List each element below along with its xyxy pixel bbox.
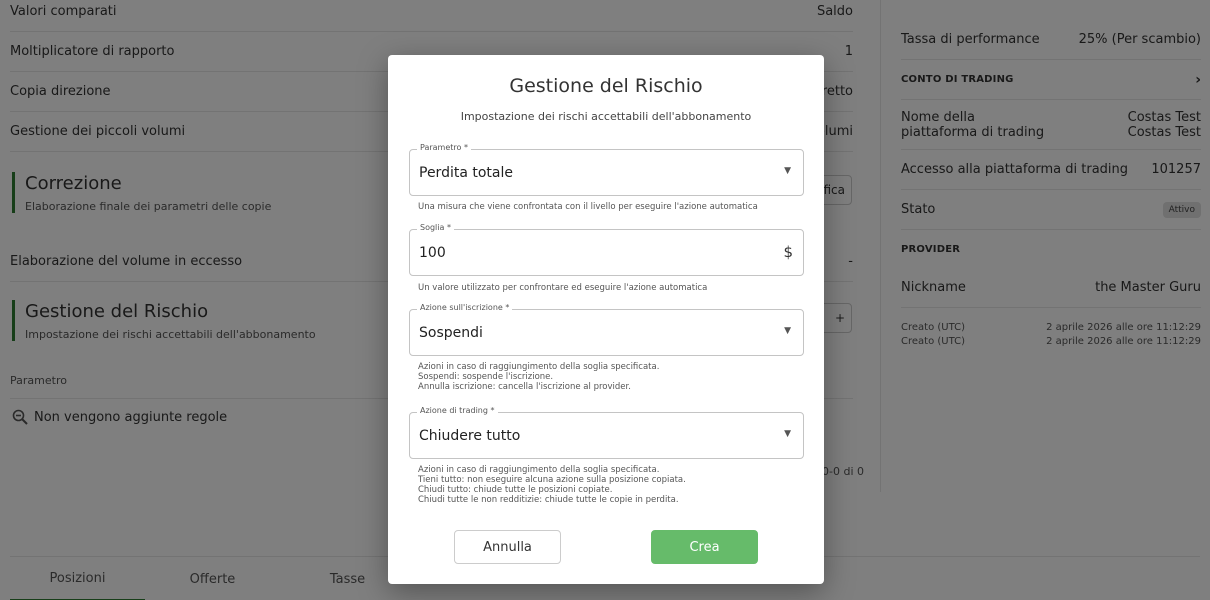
field-label: Parametro * (417, 143, 471, 152)
caret-down-icon: ▼ (784, 326, 791, 336)
field-label: Soglia * (417, 223, 454, 232)
field-value: Sospendi (419, 325, 483, 341)
subscription-action-select[interactable]: Azione sull'iscrizione * Sospendi ▼ (409, 303, 804, 356)
help-line: Azioni in caso di raggiungimento della s… (418, 465, 660, 475)
trading-action-select[interactable]: Azione di trading * Chiudere tutto ▼ (409, 406, 804, 459)
help-line: Azioni in caso di raggiungimento della s… (418, 362, 660, 372)
field-label: Azione sull'iscrizione * (417, 303, 513, 312)
cancel-button[interactable]: Annulla (454, 530, 561, 564)
field-value: Perdita totale (419, 165, 513, 181)
field-value: 100 (419, 245, 446, 261)
help-line: Annulla iscrizione: cancella l'iscrizion… (418, 382, 631, 392)
dialog-title: Gestione del Rischio (509, 75, 703, 97)
help-line: Sospendi: sospende l'iscrizione. (418, 372, 554, 382)
threshold-help: Un valore utilizzato per confrontare ed … (418, 283, 708, 293)
create-button[interactable]: Crea (651, 530, 758, 564)
threshold-input[interactable]: Soglia * 100 $ (409, 223, 804, 276)
dialog-subtitle: Impostazione dei rischi accettabili dell… (460, 110, 752, 123)
trading-action-help: Azioni in caso di raggiungimento della s… (418, 465, 798, 505)
help-line: Chiudi tutto: chiude tutte le posizioni … (418, 485, 613, 495)
caret-down-icon: ▼ (784, 166, 791, 176)
help-line: Tieni tutto: non eseguire alcuna azione … (418, 475, 686, 485)
subscription-action-help: Azioni in caso di raggiungimento della s… (418, 362, 798, 392)
parameter-select[interactable]: Parametro * Perdita totale ▼ (409, 143, 804, 196)
help-line: Chiudi tutte le non redditizie: chiude t… (418, 495, 679, 505)
currency-unit: $ (783, 243, 793, 261)
field-value: Chiudere tutto (419, 428, 521, 444)
caret-down-icon: ▼ (784, 429, 791, 439)
field-label: Azione di trading * (417, 406, 498, 415)
risk-management-dialog: Gestione del Rischio Impostazione dei ri… (388, 55, 824, 584)
parameter-help: Una misura che viene confrontata con il … (418, 202, 758, 212)
